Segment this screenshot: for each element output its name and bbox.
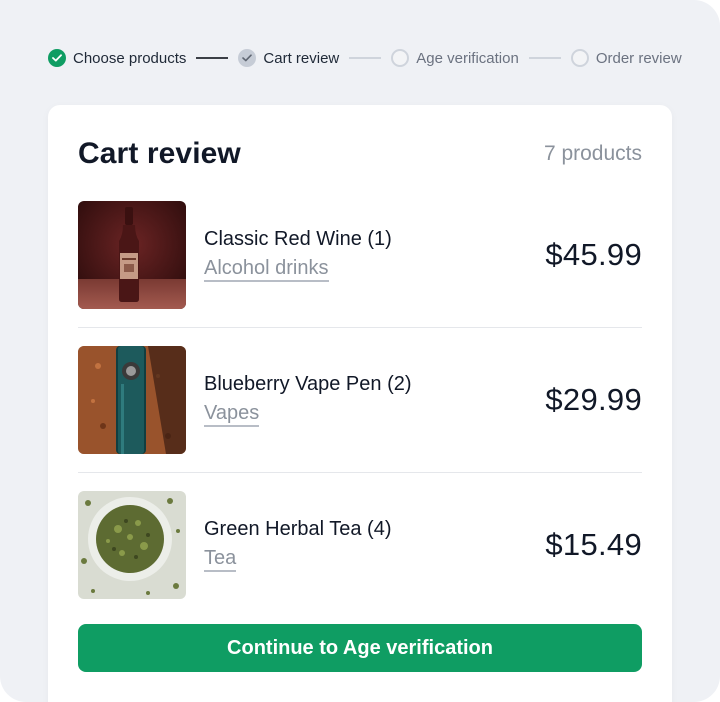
item-info: Blueberry Vape Pen (2) Vapes: [204, 373, 545, 427]
item-price: $15.49: [545, 527, 642, 562]
step-order-review[interactable]: Order review: [570, 49, 682, 67]
product-image-tea: [78, 491, 186, 599]
product-image-vape: [78, 346, 186, 454]
step-age-verification[interactable]: Age verification: [391, 49, 519, 67]
product-count: 7 products: [543, 142, 642, 165]
checkout-stepper: Choose products Cart review Age verifica…: [48, 46, 682, 70]
item-name: Green Herbal Tea (4): [204, 518, 392, 540]
step-connector: [196, 57, 229, 59]
cart-card: Cart review 7 products Classic Red Wine …: [48, 105, 672, 702]
item-name: Blueberry Vape Pen (2): [204, 373, 412, 395]
product-image-wine: [78, 201, 186, 309]
step-label: Age verification: [416, 49, 519, 67]
step-connector: [349, 57, 382, 59]
item-name: Classic Red Wine (1): [204, 228, 392, 250]
item-category-link[interactable]: Vapes: [204, 402, 260, 427]
cart-item: Blueberry Vape Pen (2) Vapes $29.99: [78, 346, 642, 454]
check-icon: [48, 49, 66, 67]
check-icon: [238, 49, 257, 67]
page-title: Cart review: [78, 137, 241, 170]
step-choose-products[interactable]: Choose products: [48, 49, 186, 67]
step-connector: [528, 57, 561, 59]
step-label: Cart review: [263, 49, 340, 67]
cart-item: Classic Red Wine (1) Alcohol drinks $45.…: [78, 201, 642, 309]
checkout-frame: Choose products Cart review Age verifica…: [0, 0, 720, 702]
item-price: $45.99: [545, 237, 642, 272]
step-label: Choose products: [73, 49, 187, 67]
item-info: Classic Red Wine (1) Alcohol drinks: [204, 228, 545, 282]
divider: [78, 472, 642, 473]
empty-circle-icon: [570, 49, 589, 67]
divider: [78, 327, 642, 328]
empty-circle-icon: [391, 49, 410, 67]
continue-button[interactable]: Continue to Age verification: [78, 624, 642, 672]
item-category-link[interactable]: Tea: [204, 547, 237, 572]
step-label: Order review: [595, 49, 682, 67]
cart-item: Green Herbal Tea (4) Tea $15.49: [78, 491, 642, 599]
item-price: $29.99: [545, 382, 642, 417]
item-info: Green Herbal Tea (4) Tea: [204, 518, 545, 572]
item-category-link[interactable]: Alcohol drinks: [204, 257, 329, 282]
cart-header: Cart review 7 products: [78, 137, 642, 171]
step-cart-review[interactable]: Cart review: [238, 49, 339, 67]
